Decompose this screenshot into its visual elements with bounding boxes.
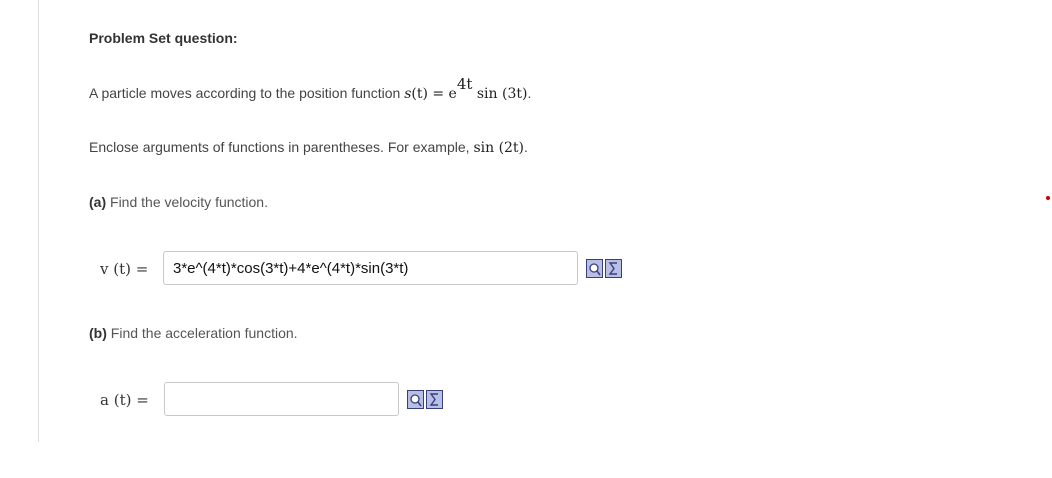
acceleration-label: a (t) = xyxy=(100,391,149,409)
preview-icon[interactable] xyxy=(407,390,424,409)
page: Problem Set question: A particle moves a… xyxy=(0,0,1052,478)
velocity-input[interactable] xyxy=(163,251,578,285)
status-marker xyxy=(1046,196,1050,200)
exponent: 4t xyxy=(456,75,473,93)
acceleration-input[interactable] xyxy=(164,382,399,416)
velocity-label: v (t) = xyxy=(100,260,149,278)
page-heading: Problem Set question: xyxy=(89,30,238,46)
left-divider xyxy=(38,0,39,442)
part-b-prompt: (b) Find the acceleration function. xyxy=(89,325,298,341)
problem-intro: A particle moves according to the positi… xyxy=(89,85,401,101)
hint-body: Enclose arguments of functions in parent… xyxy=(89,139,470,155)
sigma-icon[interactable] xyxy=(605,259,622,278)
position-function: s(t) = e4t sin (3t) xyxy=(404,75,528,102)
part-a-prompt: (a) Find the velocity function. xyxy=(89,194,268,210)
preview-icon[interactable] xyxy=(586,259,603,278)
sigma-icon[interactable] xyxy=(426,390,443,409)
hint-text: Enclose arguments of functions in parent… xyxy=(89,139,528,156)
problem-statement: A particle moves according to the positi… xyxy=(89,75,532,102)
hint-example: sin (2t) xyxy=(473,140,525,156)
